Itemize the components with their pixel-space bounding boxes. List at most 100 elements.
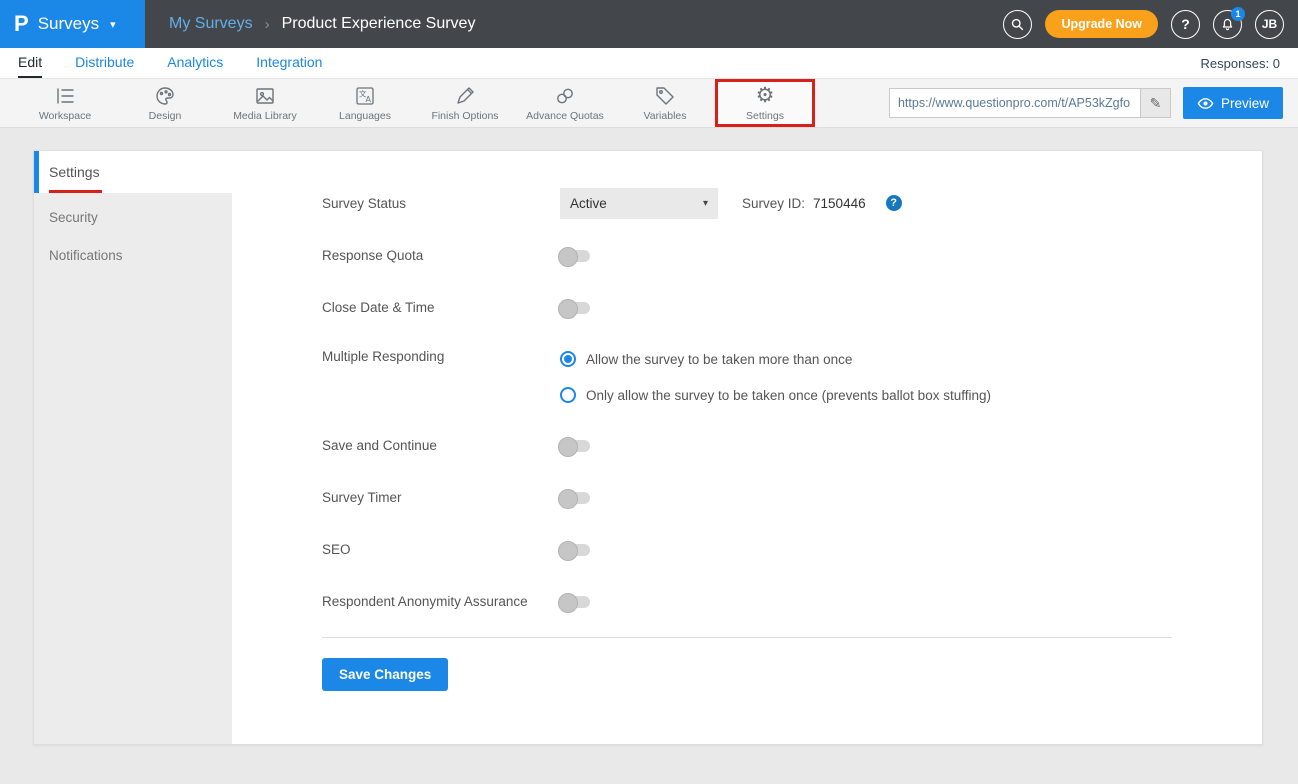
questionpro-logo: P bbox=[14, 11, 29, 37]
notification-badge: 1 bbox=[1231, 7, 1245, 21]
breadcrumb: My Surveys › Product Experience Survey bbox=[169, 15, 475, 33]
sidebar-item-settings[interactable]: Settings bbox=[34, 151, 232, 193]
settings-panel: Survey Status Active ▾ Survey ID: 715044… bbox=[232, 151, 1262, 744]
sidebar-item-label: Settings bbox=[49, 164, 100, 180]
section-nav: Edit Distribute Analytics Integration Re… bbox=[0, 48, 1298, 78]
settings-card: Settings Security Notifications Survey S… bbox=[33, 150, 1263, 745]
survey-status-select[interactable]: Active ▾ bbox=[560, 188, 718, 219]
survey-status-row: Survey Status Active ▾ Survey ID: 715044… bbox=[322, 187, 1172, 219]
image-icon bbox=[253, 84, 277, 108]
topbar-actions: Upgrade Now ? 1 JB bbox=[1003, 10, 1298, 39]
sidebar-item-notifications[interactable]: Notifications bbox=[34, 236, 232, 274]
link-rings-icon bbox=[553, 84, 577, 108]
product-switcher[interactable]: P Surveys ▾ bbox=[0, 0, 145, 48]
multiple-responding-label: Multiple Responding bbox=[322, 343, 560, 364]
eye-icon bbox=[1197, 97, 1214, 110]
save-and-continue-toggle[interactable] bbox=[560, 440, 590, 452]
avatar-initials: JB bbox=[1262, 17, 1277, 31]
toolbar-item-variables[interactable]: Variables bbox=[615, 79, 715, 127]
sidebar-group: Security Notifications bbox=[34, 193, 232, 744]
topbar: P Surveys ▾ My Surveys › Product Experie… bbox=[0, 0, 1298, 48]
respondent-anonymity-toggle[interactable] bbox=[560, 596, 590, 608]
toolbar-item-label: Media Library bbox=[233, 110, 297, 122]
radio-option-allow-multiple[interactable]: Allow the survey to be taken more than o… bbox=[560, 345, 1172, 373]
survey-timer-toggle[interactable] bbox=[560, 492, 590, 504]
survey-url-field: ✎ bbox=[889, 88, 1171, 118]
close-date-time-label: Close Date & Time bbox=[322, 300, 560, 315]
tab-integration[interactable]: Integration bbox=[256, 48, 322, 78]
toolbar-item-settings[interactable]: ⚙ Settings bbox=[715, 79, 815, 127]
breadcrumb-my-surveys[interactable]: My Surveys bbox=[169, 15, 253, 33]
toolbar-item-label: Settings bbox=[746, 110, 784, 122]
page-title: Product Experience Survey bbox=[282, 15, 476, 33]
radio-unselected-icon bbox=[560, 387, 576, 403]
chevron-down-icon: ▾ bbox=[110, 18, 116, 31]
radio-option-label: Allow the survey to be taken more than o… bbox=[586, 352, 852, 367]
search-icon bbox=[1010, 17, 1025, 32]
seo-toggle[interactable] bbox=[560, 544, 590, 556]
toolbar-item-languages[interactable]: 文A Languages bbox=[315, 79, 415, 127]
preview-button[interactable]: Preview bbox=[1183, 87, 1283, 119]
search-button[interactable] bbox=[1003, 10, 1032, 39]
tab-analytics[interactable]: Analytics bbox=[167, 48, 223, 78]
sidebar-item-label: Notifications bbox=[49, 248, 123, 263]
close-date-time-toggle[interactable] bbox=[560, 302, 590, 314]
active-tab-underline bbox=[49, 190, 102, 193]
toolbar-item-label: Design bbox=[149, 110, 182, 122]
survey-id-value: 7150446 bbox=[813, 196, 866, 211]
edit-url-button[interactable]: ✎ bbox=[1140, 89, 1170, 117]
toolbar-item-label: Variables bbox=[644, 110, 687, 122]
pencil-icon: ✎ bbox=[1150, 95, 1162, 112]
upgrade-now-button[interactable]: Upgrade Now bbox=[1045, 10, 1158, 38]
svg-text:A: A bbox=[366, 95, 372, 104]
toolbar-item-design[interactable]: Design bbox=[115, 79, 215, 127]
palette-icon bbox=[153, 84, 177, 108]
workspace-icon bbox=[53, 84, 77, 108]
toolbar-item-label: Advance Quotas bbox=[526, 110, 604, 122]
radio-selected-icon bbox=[560, 351, 576, 367]
survey-url-input[interactable] bbox=[890, 89, 1140, 117]
response-quota-toggle[interactable] bbox=[560, 250, 590, 262]
survey-status-label: Survey Status bbox=[322, 196, 560, 211]
save-changes-button[interactable]: Save Changes bbox=[322, 658, 448, 691]
survey-timer-label: Survey Timer bbox=[322, 490, 560, 505]
breadcrumb-separator-icon: › bbox=[265, 16, 270, 33]
toolbar-item-label: Languages bbox=[339, 110, 391, 122]
responses-count: Responses: 0 bbox=[1201, 56, 1281, 71]
save-and-continue-label: Save and Continue bbox=[322, 438, 560, 453]
gear-icon: ⚙ bbox=[756, 84, 775, 108]
help-button[interactable]: ? bbox=[1171, 10, 1200, 39]
pen-icon bbox=[453, 84, 477, 108]
notifications-button[interactable]: 1 bbox=[1213, 10, 1242, 39]
chevron-down-icon: ▾ bbox=[703, 198, 708, 209]
seo-label: SEO bbox=[322, 542, 560, 557]
response-quota-row: Response Quota bbox=[322, 239, 1172, 271]
avatar[interactable]: JB bbox=[1255, 10, 1284, 39]
tag-icon bbox=[653, 84, 677, 108]
toolbar-item-finish-options[interactable]: Finish Options bbox=[415, 79, 515, 127]
multiple-responding-options: Allow the survey to be taken more than o… bbox=[560, 343, 1172, 409]
toolbar-item-workspace[interactable]: Workspace bbox=[15, 79, 115, 127]
seo-row: SEO bbox=[322, 533, 1172, 565]
close-date-time-row: Close Date & Time bbox=[322, 291, 1172, 323]
multiple-responding-row: Multiple Responding Allow the survey to … bbox=[322, 343, 1172, 409]
question-mark-icon: ? bbox=[1181, 16, 1190, 32]
save-and-continue-row: Save and Continue bbox=[322, 429, 1172, 461]
tab-edit[interactable]: Edit bbox=[18, 48, 42, 78]
toolbar-item-advance-quotas[interactable]: Advance Quotas bbox=[515, 79, 615, 127]
settings-sidebar: Settings Security Notifications bbox=[34, 151, 232, 744]
survey-id-help-icon[interactable]: ? bbox=[886, 195, 902, 211]
preview-label: Preview bbox=[1221, 96, 1269, 111]
content-area: Settings Security Notifications Survey S… bbox=[0, 128, 1298, 784]
toolbar-item-label: Workspace bbox=[39, 110, 91, 122]
sidebar-item-security[interactable]: Security bbox=[34, 198, 232, 236]
edit-toolbar: Workspace Design Media Library 文A Langua… bbox=[0, 78, 1298, 128]
response-quota-label: Response Quota bbox=[322, 248, 560, 263]
divider bbox=[322, 637, 1172, 638]
radio-option-only-once[interactable]: Only allow the survey to be taken once (… bbox=[560, 381, 1172, 409]
respondent-anonymity-label: Respondent Anonymity Assurance bbox=[322, 594, 560, 609]
tab-distribute[interactable]: Distribute bbox=[75, 48, 134, 78]
radio-option-label: Only allow the survey to be taken once (… bbox=[586, 388, 991, 403]
toolbar-item-media-library[interactable]: Media Library bbox=[215, 79, 315, 127]
sidebar-item-label: Security bbox=[49, 210, 98, 225]
